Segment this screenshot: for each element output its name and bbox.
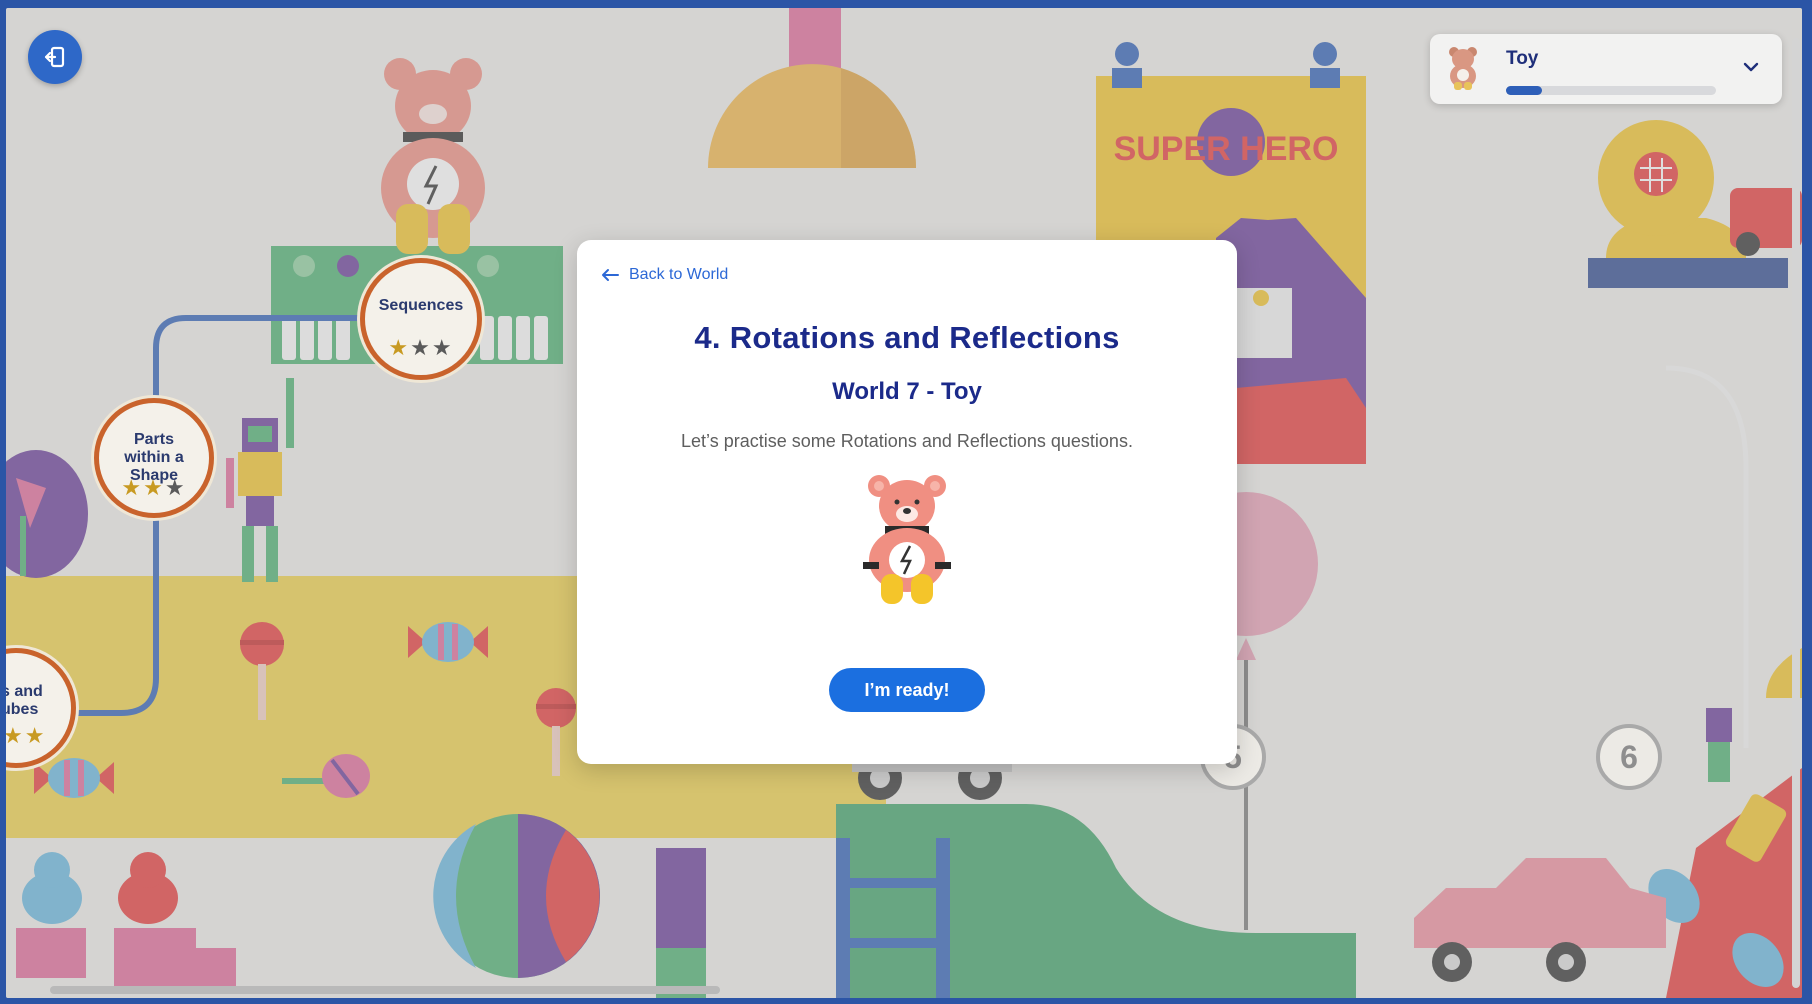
star-icon: ★: [121, 476, 144, 501]
level-stars: ★★★: [365, 336, 477, 361]
back-to-world-label: Back to World: [629, 266, 729, 283]
level-stars: ★★★: [99, 476, 209, 501]
star-icon: ★: [388, 336, 411, 361]
teddy-bear-icon: [1449, 47, 1477, 90]
vertical-scrollbar[interactable]: [1792, 38, 1800, 988]
star-icon: ★: [410, 336, 432, 361]
lesson-title: 4. Rotations and Reflections: [694, 320, 1120, 355]
horizontal-scrollbar[interactable]: [50, 986, 720, 994]
level-node-label: Sequences: [378, 297, 464, 314]
level-node-parts-within-a-shape[interactable]: Parts within a Shape ★★★: [94, 398, 214, 518]
level-node-6[interactable]: 6: [1596, 724, 1662, 790]
teddy-bear-illustration: [863, 475, 951, 604]
back-to-world-link[interactable]: Back to World: [601, 266, 728, 284]
world-name: Toy: [1506, 48, 1539, 69]
exit-button[interactable]: [28, 30, 82, 84]
lesson-description: Let’s practise some Rotations and Reflec…: [681, 431, 1133, 451]
level-stars: ★★: [6, 724, 46, 749]
exit-icon: [44, 46, 65, 68]
star-icon: ★: [431, 336, 454, 361]
world-progress-bar: [1506, 86, 1716, 95]
arrow-left-icon: [602, 269, 619, 281]
level-node-sequences[interactable]: Sequences ★★★: [360, 258, 482, 380]
star-icon: ★: [143, 476, 165, 501]
level-node-label: s and ubes: [6, 683, 43, 718]
poster-text: SUPER HERO: [1114, 130, 1339, 168]
chevron-down-icon[interactable]: [1740, 56, 1762, 78]
star-icon: ★: [164, 476, 187, 501]
im-ready-button[interactable]: I’m ready!: [829, 668, 985, 712]
lesson-intro-modal: Back to World 4. Rotations and Reflectio…: [577, 240, 1237, 764]
star-icon: ★: [24, 724, 47, 749]
world-progress-fill: [1506, 86, 1542, 95]
world-selector[interactable]: Toy: [1430, 34, 1782, 104]
star-icon: ★: [6, 724, 25, 749]
world-subtitle: World 7 - Toy: [832, 378, 982, 405]
